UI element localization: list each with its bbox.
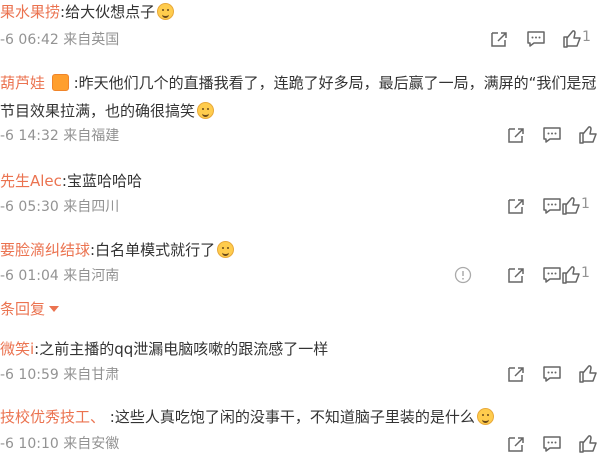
thumbs-up-icon[interactable] xyxy=(577,124,599,146)
comment-icon[interactable] xyxy=(541,433,563,455)
comment-meta: -6 10:10 来自安徽 xyxy=(0,436,120,452)
comment-actions xyxy=(505,363,600,385)
share-icon[interactable] xyxy=(505,363,527,385)
thumbs-up-icon[interactable]: 1 xyxy=(560,195,590,217)
share-icon[interactable] xyxy=(505,264,527,286)
comment-text-line: 微笑i:之前主播的qq泄漏电脑咳嗽的跟流感了一样 xyxy=(0,338,328,360)
comment-actions: 1 xyxy=(488,28,600,50)
comment-text: :之前主播的qq泄漏电脑咳嗽的跟流感了一样 xyxy=(34,340,329,358)
grin-face-icon xyxy=(197,102,215,119)
comment-meta: -6 14:32 来自福建 xyxy=(0,128,120,144)
comment-text-line: 要脸滴纠结球:白名单模式就行了 xyxy=(0,239,235,261)
thumbs-up-icon[interactable]: 1 xyxy=(560,264,590,286)
cry-face-icon xyxy=(476,408,494,425)
comment-text: :这些人真吃饱了闲的没事干，不知道脑子里装的是什么 xyxy=(105,408,475,426)
comment-actions: 1 xyxy=(452,264,600,286)
comment-actions xyxy=(505,124,600,146)
comment-icon[interactable] xyxy=(525,28,547,50)
comment-text: :给大伙想点子 xyxy=(60,3,156,21)
like-count: 1 xyxy=(581,196,590,212)
thumbs-up-icon[interactable] xyxy=(577,433,599,455)
report-icon[interactable] xyxy=(452,264,474,286)
crown-badge-icon xyxy=(51,74,69,91)
like-count: 1 xyxy=(582,29,591,45)
share-icon[interactable] xyxy=(505,195,527,217)
comment-meta: -6 06:42 来自英国 xyxy=(0,32,120,48)
comment-text-continued: 节目效果拉满，也的确很搞笑 xyxy=(0,102,196,120)
comment-meta: -6 05:30 来自四川 xyxy=(0,199,120,215)
like-count: 1 xyxy=(581,265,590,281)
thumbs-up-icon[interactable]: 1 xyxy=(561,28,591,50)
comment-username[interactable]: 技校优秀技工、 xyxy=(0,408,105,426)
comment-text: :白名单模式就行了 xyxy=(90,241,216,259)
comment-meta: -6 01:04 来自河南 xyxy=(0,268,120,284)
thumbs-up-icon[interactable] xyxy=(577,363,599,385)
comment-actions xyxy=(505,433,600,455)
share-icon[interactable] xyxy=(505,433,527,455)
share-icon[interactable] xyxy=(505,124,527,146)
more-replies-link[interactable]: 条回复 xyxy=(0,298,60,320)
comment-meta: -6 10:59 来自甘肃 xyxy=(0,367,120,383)
laugh-face-icon xyxy=(217,241,235,258)
comment-username[interactable]: 要脸滴纠结球 xyxy=(0,241,90,259)
smile-face-icon xyxy=(157,3,175,20)
comment-username[interactable]: 先生Alec xyxy=(0,172,62,190)
comment-text: :宝蓝哈哈哈 xyxy=(61,172,142,190)
comment-username[interactable]: 葫芦娃 xyxy=(0,74,45,92)
comment-text: :昨天他们几个的直播我看了，连跪了好多局，最后赢了一局，满屏的“我们是冠 xyxy=(68,74,597,92)
comment-icon[interactable] xyxy=(541,363,563,385)
comment-text-line: 果水果捞:给大伙想点子 xyxy=(0,1,175,23)
comment-icon[interactable] xyxy=(541,124,563,146)
comment-text-line: 先生Alec:宝蓝哈哈哈 xyxy=(0,170,142,192)
comment-username[interactable]: 微笑i xyxy=(0,340,34,358)
comment-text-line: 技校优秀技工、 :这些人真吃饱了闲的没事干，不知道脑子里装的是什么 xyxy=(0,406,494,428)
chevron-down-icon xyxy=(49,306,60,312)
share-icon[interactable] xyxy=(488,28,510,50)
comment-actions: 1 xyxy=(505,195,600,217)
comment-text-line: 节目效果拉满，也的确很搞笑 xyxy=(0,100,215,122)
comment-text-line: 葫芦娃 :昨天他们几个的直播我看了，连跪了好多局，最后赢了一局，满屏的“我们是冠 xyxy=(0,72,596,94)
more-replies-label: 条回复 xyxy=(0,300,46,318)
comment-username[interactable]: 果水果捞 xyxy=(0,3,60,21)
